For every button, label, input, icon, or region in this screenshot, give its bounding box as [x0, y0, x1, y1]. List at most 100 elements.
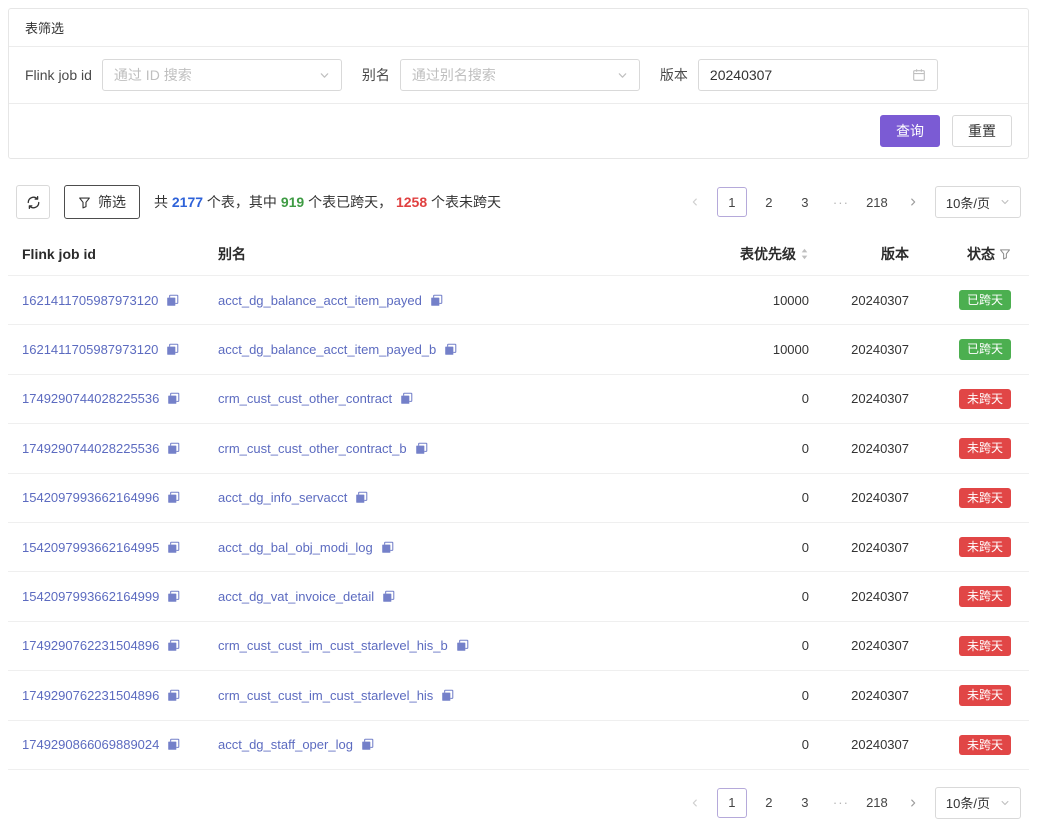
- alias-link[interactable]: acct_dg_info_servacct: [218, 490, 347, 505]
- alias-link[interactable]: acct_dg_vat_invoice_detail: [218, 589, 374, 604]
- copy-icon[interactable]: [444, 343, 457, 356]
- pagination-prev-button[interactable]: [681, 789, 709, 817]
- alias-link[interactable]: crm_cust_cust_im_cust_starlevel_his: [218, 688, 433, 703]
- pagination-prev-button[interactable]: [681, 188, 709, 216]
- table-body: 1621411705987973120 acct_dg_balance_acct…: [8, 276, 1029, 770]
- copy-icon[interactable]: [167, 689, 180, 702]
- priority-cell: 0: [687, 522, 817, 571]
- priority-cell: 0: [687, 572, 817, 621]
- flink-job-id-link[interactable]: 1621411705987973120: [22, 293, 158, 308]
- copy-icon[interactable]: [400, 392, 413, 405]
- copy-icon[interactable]: [430, 294, 443, 307]
- funnel-icon[interactable]: [999, 248, 1011, 260]
- table-row: 1749290762231504896 crm_cust_cust_im_cus…: [8, 621, 1029, 670]
- flink-job-id-link[interactable]: 1749290866069889024: [22, 737, 159, 752]
- flink-job-id-placeholder: 通过 ID 搜索: [114, 65, 192, 85]
- priority-cell: 0: [687, 473, 817, 522]
- version-cell: 20240307: [817, 720, 917, 769]
- copy-icon[interactable]: [456, 639, 469, 652]
- flink-job-id-link[interactable]: 1542097993662164995: [22, 540, 159, 555]
- alias-link[interactable]: acct_dg_balance_acct_item_payed: [218, 293, 422, 308]
- copy-icon[interactable]: [167, 541, 180, 554]
- flink-job-id-select[interactable]: 通过 ID 搜索: [102, 59, 342, 91]
- chevron-down-icon: [1000, 798, 1010, 808]
- copy-icon[interactable]: [382, 590, 395, 603]
- page-size-select[interactable]: 10条/页: [935, 186, 1021, 218]
- version-cell: 20240307: [817, 325, 917, 374]
- alias-link[interactable]: acct_dg_bal_obj_modi_log: [218, 540, 373, 555]
- column-header-status[interactable]: 状态: [917, 233, 1029, 276]
- alias-link[interactable]: crm_cust_cust_other_contract: [218, 391, 392, 406]
- version-cell: 20240307: [817, 671, 917, 720]
- status-badge: 未跨天: [959, 537, 1011, 557]
- copy-icon[interactable]: [441, 689, 454, 702]
- pagination-ellipsis[interactable]: ···: [827, 789, 855, 817]
- copy-icon[interactable]: [166, 343, 179, 356]
- copy-icon[interactable]: [361, 738, 374, 751]
- version-cell: 20240307: [817, 522, 917, 571]
- bottom-bar: 1 2 3 ··· 218 10条/页: [16, 787, 1021, 819]
- version-date-input[interactable]: [698, 59, 938, 91]
- alias-link[interactable]: acct_dg_staff_oper_log: [218, 737, 353, 752]
- flink-job-id-link[interactable]: 1542097993662164999: [22, 589, 159, 604]
- alias-select[interactable]: 通过别名搜索: [400, 59, 640, 91]
- flink-job-id-link[interactable]: 1749290744028225536: [22, 441, 159, 456]
- copy-icon[interactable]: [167, 491, 180, 504]
- version-cell: 20240307: [817, 276, 917, 325]
- status-badge: 未跨天: [959, 389, 1011, 409]
- copy-icon[interactable]: [167, 639, 180, 652]
- flink-job-id-link[interactable]: 1749290762231504896: [22, 688, 159, 703]
- funnel-icon: [78, 196, 91, 209]
- copy-icon[interactable]: [167, 392, 180, 405]
- chevron-left-icon: [690, 798, 700, 808]
- pagination-page-2[interactable]: 2: [755, 188, 783, 216]
- search-button[interactable]: 查询: [880, 115, 940, 147]
- refresh-icon: [26, 195, 41, 210]
- pagination-next-button[interactable]: [899, 188, 927, 216]
- copy-icon[interactable]: [381, 541, 394, 554]
- refresh-button[interactable]: [16, 185, 50, 219]
- pagination-page-2[interactable]: 2: [755, 789, 783, 817]
- total-count: 2177: [172, 194, 203, 210]
- version-value-input[interactable]: [710, 67, 890, 83]
- pagination-page-last[interactable]: 218: [863, 789, 891, 817]
- flink-job-id-link[interactable]: 1621411705987973120: [22, 342, 158, 357]
- pagination-page-1[interactable]: 1: [717, 788, 747, 818]
- alias-link[interactable]: crm_cust_cust_other_contract_b: [218, 441, 407, 456]
- flink-job-id-link[interactable]: 1749290744028225536: [22, 391, 159, 406]
- version-cell: 20240307: [817, 424, 917, 473]
- copy-icon[interactable]: [355, 491, 368, 504]
- column-header-priority[interactable]: 表优先级: [687, 233, 817, 276]
- alias-link[interactable]: crm_cust_cust_im_cust_starlevel_his_b: [218, 638, 448, 653]
- status-badge: 未跨天: [959, 438, 1011, 458]
- copy-icon[interactable]: [167, 738, 180, 751]
- table-row: 1542097993662164999 acct_dg_vat_invoice_…: [8, 572, 1029, 621]
- table-row: 1749290762231504896 crm_cust_cust_im_cus…: [8, 671, 1029, 720]
- reset-button[interactable]: 重置: [952, 115, 1012, 147]
- copy-icon[interactable]: [167, 590, 180, 603]
- table-row: 1542097993662164996 acct_dg_info_servacc…: [8, 473, 1029, 522]
- pagination-next-button[interactable]: [899, 789, 927, 817]
- sort-carets-icon[interactable]: [800, 247, 809, 261]
- page-size-select[interactable]: 10条/页: [935, 787, 1021, 819]
- chevron-down-icon: [617, 70, 628, 81]
- calendar-icon[interactable]: [912, 68, 926, 82]
- copy-icon[interactable]: [415, 442, 428, 455]
- pagination-ellipsis[interactable]: ···: [827, 188, 855, 216]
- flink-job-id-link[interactable]: 1542097993662164996: [22, 490, 159, 505]
- filter-toggle-button[interactable]: 筛选: [64, 185, 140, 219]
- chevron-left-icon: [690, 197, 700, 207]
- column-header-version: 版本: [817, 233, 917, 276]
- pagination-page-last[interactable]: 218: [863, 188, 891, 216]
- alias-link[interactable]: acct_dg_balance_acct_item_payed_b: [218, 342, 436, 357]
- pagination-page-3[interactable]: 3: [791, 789, 819, 817]
- copy-icon[interactable]: [167, 442, 180, 455]
- pagination-page-1[interactable]: 1: [717, 187, 747, 217]
- flink-job-id-link[interactable]: 1749290762231504896: [22, 638, 159, 653]
- toolbar: 筛选 共 2177 个表，其中 919 个表已跨天， 1258 个表未跨天 1 …: [16, 185, 1021, 219]
- version-label: 版本: [660, 65, 688, 85]
- priority-cell: 0: [687, 424, 817, 473]
- pagination-page-3[interactable]: 3: [791, 188, 819, 216]
- uncrossed-count: 1258: [396, 194, 427, 210]
- copy-icon[interactable]: [166, 294, 179, 307]
